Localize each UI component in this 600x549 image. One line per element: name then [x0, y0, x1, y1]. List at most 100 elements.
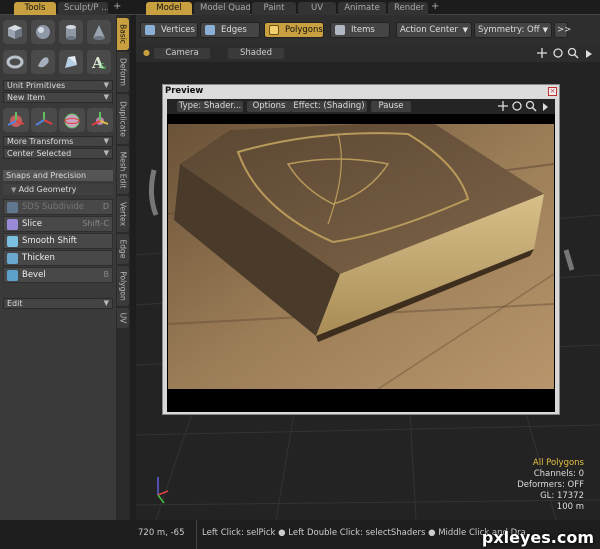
move-tool-button[interactable] [3, 108, 29, 132]
preview-options-button[interactable]: Options [247, 101, 291, 112]
sds-subdivide-icon [7, 202, 18, 213]
center-selected-dropdown[interactable]: Center Selected ▼ [3, 148, 113, 159]
polygons-icon [269, 25, 279, 35]
side-tab-basic[interactable]: Basic [117, 18, 129, 50]
tab-render[interactable]: Render [388, 2, 428, 15]
cone-icon [93, 25, 105, 40]
scale-tool-button[interactable] [59, 108, 85, 132]
render-image [168, 124, 554, 389]
side-tabs: Basic Deform Duplicate Mesh Edit Vertex … [116, 15, 130, 520]
tab-paint[interactable]: Paint [252, 2, 296, 15]
selection-mode-label: All Polygons [532, 458, 584, 468]
grid-distance: 100 m [556, 502, 584, 512]
slice-button[interactable]: Slice Shift-C [3, 216, 113, 232]
viewport-menu-dot-icon[interactable]: ● [143, 48, 150, 57]
capsule-primitive-button[interactable] [31, 50, 55, 74]
cylinder-icon [66, 25, 76, 40]
symmetry-dropdown[interactable]: Symmetry: Off ▼ [474, 22, 552, 38]
rotate-gizmo-icon [35, 112, 53, 126]
top-tab-bar: Tools Sculpt/P ... + Model Model Quad Pa… [0, 0, 600, 15]
preview-effect-dropdown[interactable]: Effect: (Shading) [291, 101, 367, 112]
side-tab-deform[interactable]: Deform [117, 52, 129, 92]
torus-primitive-button[interactable] [3, 50, 27, 74]
move-gizmo-icon [7, 112, 25, 127]
side-tab-mesh-edit[interactable]: Mesh Edit [117, 146, 129, 194]
dropdown-arrow-icon: ▼ [103, 137, 109, 145]
transform-gizmo-icon [91, 112, 109, 126]
sds-subdivide-button[interactable]: SDS Subdivide D [3, 199, 113, 215]
bevel-button[interactable]: Bevel B [3, 267, 113, 283]
preview-panel: Type: Shader... Options Effect: (Shading… [167, 99, 555, 412]
tools-panel: A & Unit Primitives ▼ New Item ▼ More Trans… [0, 15, 116, 520]
cube-primitive-button[interactable] [3, 20, 27, 44]
more-transforms-dropdown[interactable]: More Transforms ▼ [3, 136, 113, 147]
tab-sculpt[interactable]: Sculpt/P ... [58, 2, 108, 15]
pan-icon[interactable] [537, 48, 547, 58]
cylinder-primitive-button[interactable] [59, 20, 83, 44]
dropdown-arrow-icon: ▼ [542, 26, 548, 34]
add-tab-left-icon[interactable]: + [113, 1, 121, 12]
preview-toolbar: Type: Shader... Options Effect: (Shading… [167, 99, 555, 114]
add-geometry-header[interactable]: ▼ Add Geometry [3, 184, 113, 195]
preview-expand-icon[interactable] [543, 103, 548, 111]
text-primitive-button[interactable]: A & [87, 50, 111, 74]
collapse-arrow-icon: ▼ [11, 186, 19, 194]
svg-text:&: & [100, 62, 106, 71]
tab-model[interactable]: Model [146, 2, 192, 15]
preview-title[interactable]: Preview [163, 85, 559, 98]
status-left-blank [0, 520, 136, 549]
cube-icon [8, 25, 22, 39]
side-tab-polygon[interactable]: Polygon [117, 266, 129, 306]
viewport-stats: All Polygons Channels: 0 Deformers: OFF … [517, 458, 584, 513]
shaded-button[interactable]: Shaded [228, 48, 284, 59]
zoom-icon[interactable] [567, 47, 579, 59]
polygons-mode-button[interactable]: Polygons [264, 22, 324, 38]
preview-pause-button[interactable]: Pause [371, 101, 411, 112]
unit-primitives-dropdown[interactable]: Unit Primitives ▼ [3, 80, 113, 91]
snaps-precision-button[interactable]: Snaps and Precision [3, 170, 113, 181]
side-tab-edge[interactable]: Edge [117, 234, 129, 264]
transform-tool-button[interactable] [87, 108, 113, 132]
close-icon[interactable]: × [548, 87, 557, 96]
viewport-nav-icons [537, 47, 592, 59]
dropdown-arrow-icon: ▼ [103, 81, 109, 89]
action-center-dropdown[interactable]: Action Center ▼ [396, 22, 472, 38]
tab-tools[interactable]: Tools [14, 2, 56, 15]
edit-dropdown[interactable]: Edit ▼ [3, 298, 113, 309]
pen-primitive-button[interactable] [59, 50, 83, 74]
side-tab-uv[interactable]: UV [117, 308, 129, 328]
add-tab-icon[interactable]: + [431, 1, 439, 12]
side-tab-duplicate[interactable]: Duplicate [117, 94, 129, 144]
refresh-icon[interactable] [512, 101, 522, 111]
preview-type-dropdown[interactable]: Type: Shader... [177, 101, 243, 112]
camera-button[interactable]: Camera [154, 48, 210, 59]
tab-uv[interactable]: UV [298, 2, 336, 15]
cursor-coordinates: 720 m, -65 [138, 528, 185, 538]
vertices-mode-button[interactable]: Vertices [140, 22, 198, 38]
channels-label: Channels: 0 [533, 469, 584, 479]
rotate-view-icon[interactable] [553, 48, 563, 58]
new-item-dropdown[interactable]: New Item ▼ [3, 92, 113, 103]
pan-icon[interactable] [498, 101, 508, 111]
status-divider [196, 520, 197, 549]
tab-animate[interactable]: Animate [338, 2, 386, 15]
more-tools-button[interactable]: >> [554, 22, 571, 38]
zoom-icon[interactable] [525, 100, 537, 112]
items-mode-button[interactable]: Items [330, 22, 390, 38]
vertices-icon [145, 25, 155, 35]
dropdown-arrow-icon: ▼ [103, 299, 109, 307]
side-tab-vertex[interactable]: Vertex [117, 196, 129, 232]
dropdown-arrow-icon: ▼ [103, 149, 109, 157]
edges-mode-button[interactable]: Edges [200, 22, 260, 38]
sphere-primitive-button[interactable] [31, 20, 55, 44]
edges-icon [205, 25, 215, 35]
smooth-shift-button[interactable]: Smooth Shift [3, 233, 113, 249]
cone-primitive-button[interactable] [87, 20, 111, 44]
thicken-button[interactable]: Thicken [3, 250, 113, 266]
capsule-icon [38, 57, 49, 68]
bevel-icon [7, 270, 18, 281]
rotate-tool-button[interactable] [31, 108, 57, 132]
dropdown-arrow-icon: ▼ [462, 26, 468, 34]
tab-model-quad[interactable]: Model Quad [194, 2, 250, 15]
viewport-expand-icon[interactable] [586, 50, 592, 58]
